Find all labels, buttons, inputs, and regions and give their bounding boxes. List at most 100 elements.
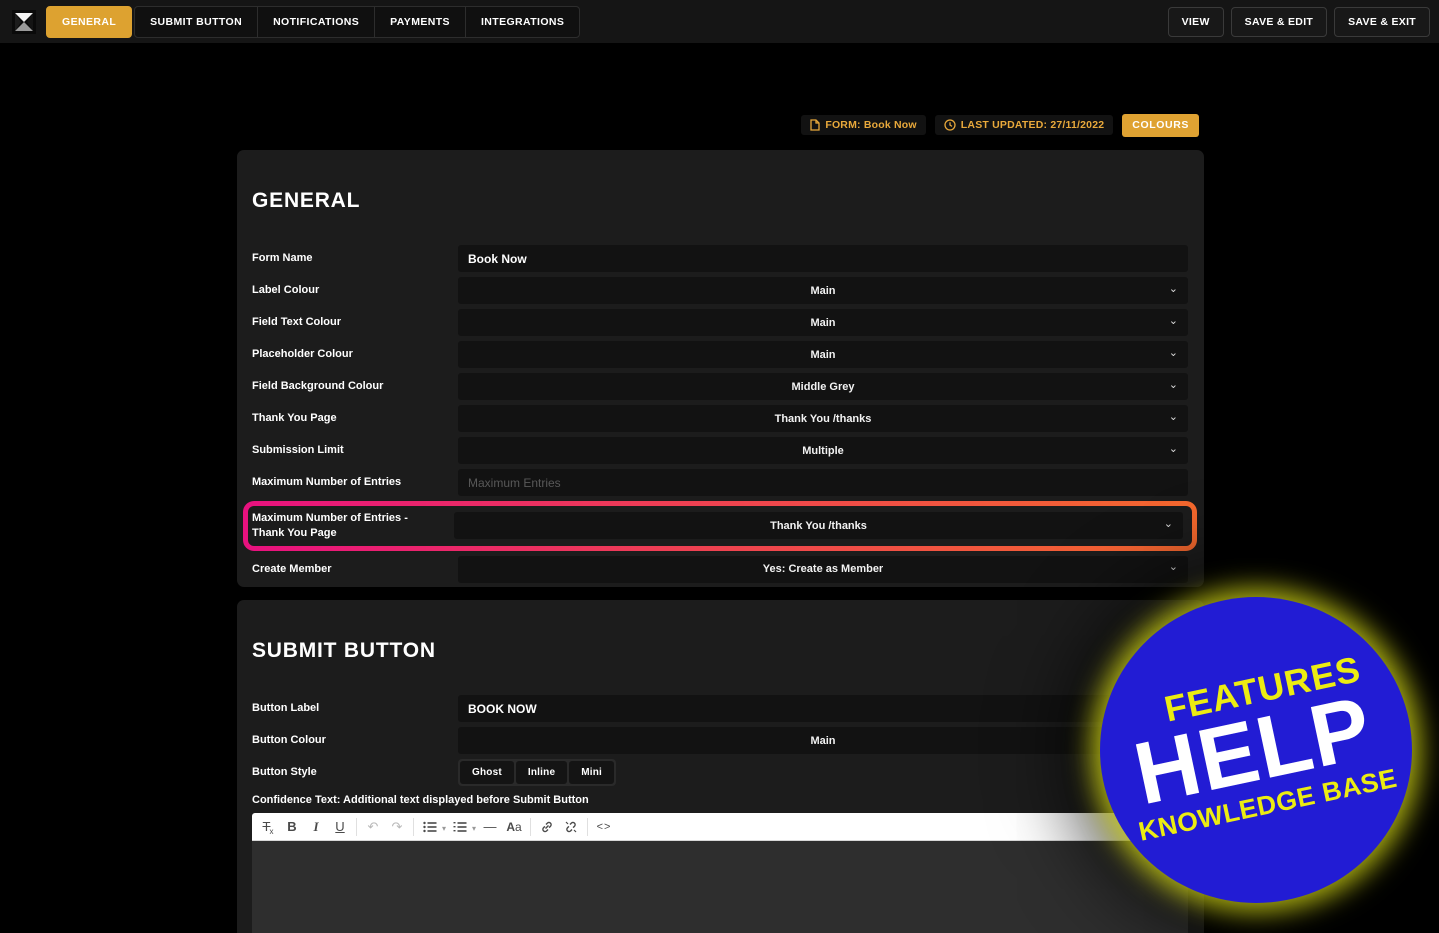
label-colour-label: Label Colour (252, 284, 320, 297)
numbered-list-caret-icon[interactable]: ▾ (472, 824, 476, 833)
placeholder-colour-row: Placeholder Colour Main ⌄ (252, 341, 1188, 368)
chevron-down-icon: ⌄ (1168, 282, 1178, 295)
confidence-text-editor: Tx B I U ↶ ↷ ▾ ▾ — A a <> (252, 813, 1188, 933)
create-member-row: Create Member Yes: Create as Member ⌄ (252, 555, 1188, 583)
thank-you-page-select[interactable]: Thank You /thanks ⌄ (458, 405, 1188, 432)
button-colour-label: Button Colour (252, 734, 326, 747)
bullet-list-icon[interactable] (418, 816, 442, 838)
toolbar-divider (530, 817, 532, 836)
submission-limit-row: Submission Limit Multiple ⌄ (252, 437, 1188, 464)
tab-notifications[interactable]: NOTIFICATIONS (257, 5, 376, 38)
button-label-input[interactable] (458, 695, 1188, 722)
field-background-colour-select[interactable]: Middle Grey ⌄ (458, 373, 1188, 400)
field-text-colour-label: Field Text Colour (252, 316, 342, 329)
toolbar-actions: VIEW SAVE & EDIT SAVE & EXIT (1167, 6, 1439, 37)
submit-button-fields: Button Label Button Colour Main ⌄ Button… (252, 695, 1188, 933)
top-toolbar: GENERAL SUBMIT BUTTON NOTIFICATIONS PAYM… (0, 0, 1439, 44)
chevron-down-icon: ⌄ (1168, 561, 1178, 574)
field-background-colour-row: Field Background Colour Middle Grey ⌄ (252, 373, 1188, 400)
submit-button-panel-title: SUBMIT BUTTON (252, 639, 436, 662)
form-name-badge: FORM: Book Now (801, 115, 926, 135)
label-colour-row: Label Colour Main ⌄ (252, 277, 1188, 304)
button-label-row: Button Label (252, 695, 1188, 722)
tab-general[interactable]: GENERAL (46, 5, 133, 38)
tab-integrations[interactable]: INTEGRATIONS (464, 5, 581, 38)
undo-icon[interactable]: ↶ (361, 816, 385, 838)
help-badge-text: FEATURES HELP KNOWLEDGE BASE (1112, 648, 1400, 847)
clock-icon (944, 119, 956, 131)
label-colour-select[interactable]: Main ⌄ (458, 277, 1188, 304)
button-colour-select[interactable]: Main ⌄ (458, 727, 1188, 754)
thank-you-page-row: Thank You Page Thank You /thanks ⌄ (252, 405, 1188, 432)
create-member-label: Create Member (252, 562, 332, 575)
highlight-annotation: Maximum Number of Entries - Thank You Pa… (243, 501, 1197, 551)
placeholder-colour-label: Placeholder Colour (252, 348, 353, 361)
chevron-down-icon: ⌄ (1168, 378, 1178, 391)
form-name-row: Form Name (252, 245, 1188, 272)
placeholder-colour-select[interactable]: Main ⌄ (458, 341, 1188, 368)
last-updated-badge: LAST UPDATED: 27/11/2022 (934, 115, 1114, 135)
button-style-options: Ghost Inline Mini (458, 759, 617, 786)
maximum-entries-label: Maximum Number of Entries (252, 476, 402, 489)
chevron-down-icon: ⌄ (1168, 346, 1178, 359)
button-style-mini[interactable]: Mini (569, 761, 615, 784)
toolbar-divider (356, 817, 357, 836)
save-and-edit-button[interactable]: SAVE & EDIT (1230, 6, 1328, 37)
unlink-icon[interactable] (559, 816, 583, 838)
save-and-exit-button[interactable]: SAVE & EXIT (1334, 6, 1430, 37)
link-icon[interactable] (535, 816, 559, 838)
form-name-label: Form Name (252, 252, 313, 265)
general-fields: Form Name Label Colour Main ⌄ Field Text… (243, 245, 1197, 588)
tab-payments[interactable]: PAYMENTS (374, 5, 466, 38)
button-style-label: Button Style (252, 766, 317, 779)
field-text-colour-row: Field Text Colour Main ⌄ (252, 309, 1188, 336)
form-meta-row: FORM: Book Now LAST UPDATED: 27/11/2022 … (801, 113, 1199, 137)
maximum-entries-thank-you-label: Maximum Number of Entries - Thank You Pa… (252, 512, 408, 539)
underline-icon[interactable]: U (328, 816, 352, 838)
maximum-entries-thank-you-select[interactable]: Thank You /thanks ⌄ (454, 512, 1183, 540)
redo-icon[interactable]: ↷ (385, 816, 409, 838)
editor-toolbar: Tx B I U ↶ ↷ ▾ ▾ — A a <> (252, 813, 1188, 841)
view-button[interactable]: VIEW (1167, 6, 1224, 37)
create-member-select[interactable]: Yes: Create as Member ⌄ (458, 555, 1188, 583)
numbered-list-icon[interactable] (448, 816, 472, 838)
button-label-label: Button Label (252, 702, 320, 715)
tab-submit-button[interactable]: SUBMIT BUTTON (134, 5, 259, 38)
chevron-down-icon: ⌄ (1163, 518, 1173, 531)
bold-icon[interactable]: B (280, 816, 304, 838)
toolbar-divider (587, 817, 589, 836)
field-text-colour-select[interactable]: Main ⌄ (458, 309, 1188, 336)
general-panel-title: GENERAL (252, 189, 361, 212)
help-knowledge-base-badge[interactable]: FEATURES HELP KNOWLEDGE BASE (1100, 597, 1412, 903)
document-icon (810, 119, 820, 131)
thank-you-page-label: Thank You Page (252, 412, 337, 425)
submit-button-panel: SUBMIT BUTTON Button Label Button Colour… (237, 600, 1204, 933)
italic-icon[interactable]: I (304, 816, 328, 838)
form-name-badge-label: FORM: Book Now (825, 119, 917, 131)
button-style-row: Button Style Ghost Inline Mini (252, 759, 1188, 786)
editor-content-area[interactable] (252, 841, 1188, 933)
app-logo-icon[interactable] (12, 9, 36, 34)
font-size-icon[interactable]: Aa (502, 816, 526, 838)
horizontal-rule-icon[interactable]: — (478, 816, 502, 838)
field-background-colour-label: Field Background Colour (252, 380, 384, 393)
colours-button[interactable]: COLOURS (1122, 113, 1199, 137)
confidence-text-label: Confidence Text: Additional text display… (252, 794, 589, 806)
last-updated-badge-label: LAST UPDATED: 27/11/2022 (960, 119, 1105, 131)
maximum-entries-row: Maximum Number of Entries (252, 469, 1188, 496)
form-name-input[interactable] (458, 245, 1188, 272)
chevron-down-icon: ⌄ (1168, 410, 1178, 423)
chevron-down-icon: ⌄ (1168, 442, 1178, 455)
button-style-inline[interactable]: Inline (515, 761, 568, 784)
submission-limit-select[interactable]: Multiple ⌄ (458, 437, 1188, 464)
button-colour-row: Button Colour Main ⌄ (252, 727, 1188, 754)
button-style-ghost[interactable]: Ghost (460, 761, 514, 784)
maximum-entries-input[interactable] (458, 469, 1188, 496)
clear-formatting-icon[interactable]: Tx (256, 816, 280, 838)
chevron-down-icon: ⌄ (1168, 314, 1178, 327)
submission-limit-label: Submission Limit (252, 444, 344, 457)
bullet-list-caret-icon[interactable]: ▾ (442, 824, 446, 833)
form-section-tabs: GENERAL SUBMIT BUTTON NOTIFICATIONS PAYM… (46, 5, 581, 38)
code-icon[interactable]: <> (592, 816, 616, 838)
general-panel: GENERAL Form Name Label Colour Main ⌄ Fi… (237, 150, 1204, 587)
